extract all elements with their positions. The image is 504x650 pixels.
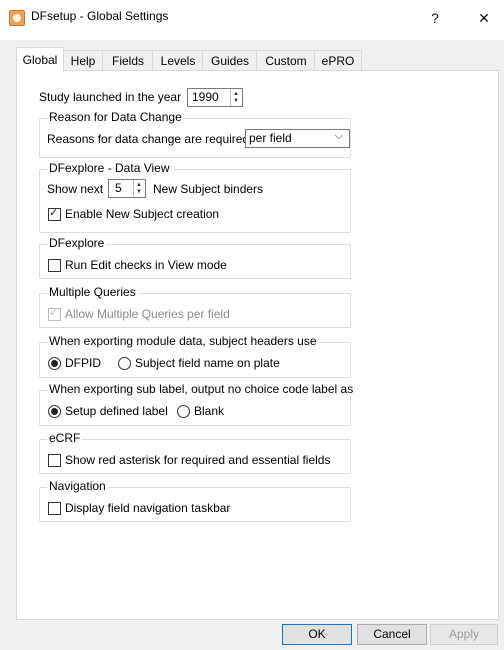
chevron-down-icon: ⌵ [334, 130, 343, 142]
dfexplore-data-view-group [39, 169, 351, 233]
run-edit-checks-label: Run Edit checks in View mode [65, 258, 227, 272]
tab-fields[interactable]: Fields [102, 50, 154, 71]
window-title: DFsetup - Global Settings [31, 9, 169, 23]
allow-multiple-queries-label: Allow Multiple Queries per field [65, 307, 230, 321]
red-asterisk-label: Show red asterisk for required and essen… [65, 453, 331, 467]
red-asterisk-checkbox[interactable] [48, 454, 61, 467]
spin-down-icon[interactable]: ▼ [136, 189, 142, 195]
multiple-queries-group-title: Multiple Queries [47, 285, 138, 299]
subject-field-name-radio-label: Subject field name on plate [135, 356, 280, 370]
ecrf-group-title: eCRF [47, 431, 83, 445]
show-next-spinbox[interactable]: 5 ▲ ▼ [108, 179, 146, 198]
help-button[interactable]: ? [422, 5, 448, 31]
export-headers-group-title: When exporting module data, subject head… [47, 334, 319, 348]
spin-up-icon[interactable]: ▲ [136, 182, 142, 188]
reason-group-title: Reason for Data Change [47, 110, 184, 124]
navigation-group-title: Navigation [47, 479, 108, 493]
show-next-label: Show next [47, 182, 104, 196]
reason-dropdown-value: per field [249, 131, 292, 145]
app-icon [9, 10, 25, 26]
close-button[interactable]: ✕ [471, 5, 497, 31]
setup-defined-label-radio-label: Setup defined label [65, 404, 168, 418]
spin-down-icon[interactable]: ▼ [233, 98, 239, 104]
blank-radio-label: Blank [194, 404, 225, 418]
global-settings-panel: Study launched in the year 1990 ▲ ▼ Reas… [16, 70, 499, 620]
tab-custom[interactable]: Custom [256, 50, 316, 71]
blank-radio[interactable] [177, 405, 190, 418]
study-launched-label: Study launched in the year [39, 90, 182, 104]
navigation-taskbar-label: Display field navigation taskbar [65, 501, 231, 515]
reason-dropdown[interactable]: per field ⌵ [245, 129, 350, 148]
dfpid-radio[interactable] [48, 357, 61, 370]
enable-new-subject-label: Enable New Subject creation [65, 207, 220, 221]
apply-button[interactable]: Apply [430, 624, 498, 645]
setup-defined-label-radio[interactable] [48, 405, 61, 418]
study-year-value: 1990 [192, 90, 219, 104]
tab-guides[interactable]: Guides [202, 50, 258, 71]
study-year-spinbox[interactable]: 1990 ▲ ▼ [187, 88, 243, 107]
run-edit-checks-checkbox[interactable] [48, 259, 61, 272]
tab-global[interactable]: Global [16, 47, 64, 72]
export-sublabel-group-title: When exporting sub label, output no choi… [47, 382, 356, 396]
tab-levels[interactable]: Levels [152, 50, 204, 71]
cancel-button[interactable]: Cancel [357, 624, 427, 645]
ok-button[interactable]: OK [282, 624, 352, 645]
dfpid-radio-label: DFPID [65, 356, 101, 370]
binders-label: New Subject binders [153, 182, 264, 196]
spin-arrows[interactable]: ▲ ▼ [133, 180, 145, 197]
navigation-taskbar-checkbox[interactable] [48, 502, 61, 515]
tab-epro[interactable]: ePRO [314, 50, 362, 71]
reason-label: Reasons for data change are required [47, 132, 250, 146]
spin-up-icon[interactable]: ▲ [233, 91, 239, 97]
spin-arrows[interactable]: ▲ ▼ [230, 89, 242, 106]
title-bar: DFsetup - Global Settings ? ✕ [0, 0, 504, 40]
data-view-group-title: DFexplore - Data View [47, 161, 172, 175]
dfexplore-group-title: DFexplore [47, 236, 107, 250]
tab-help[interactable]: Help [62, 50, 104, 71]
enable-new-subject-checkbox[interactable] [48, 206, 61, 221]
allow-multiple-queries-checkbox[interactable] [48, 306, 61, 321]
show-next-value: 5 [115, 181, 122, 195]
subject-field-name-radio[interactable] [118, 357, 131, 370]
